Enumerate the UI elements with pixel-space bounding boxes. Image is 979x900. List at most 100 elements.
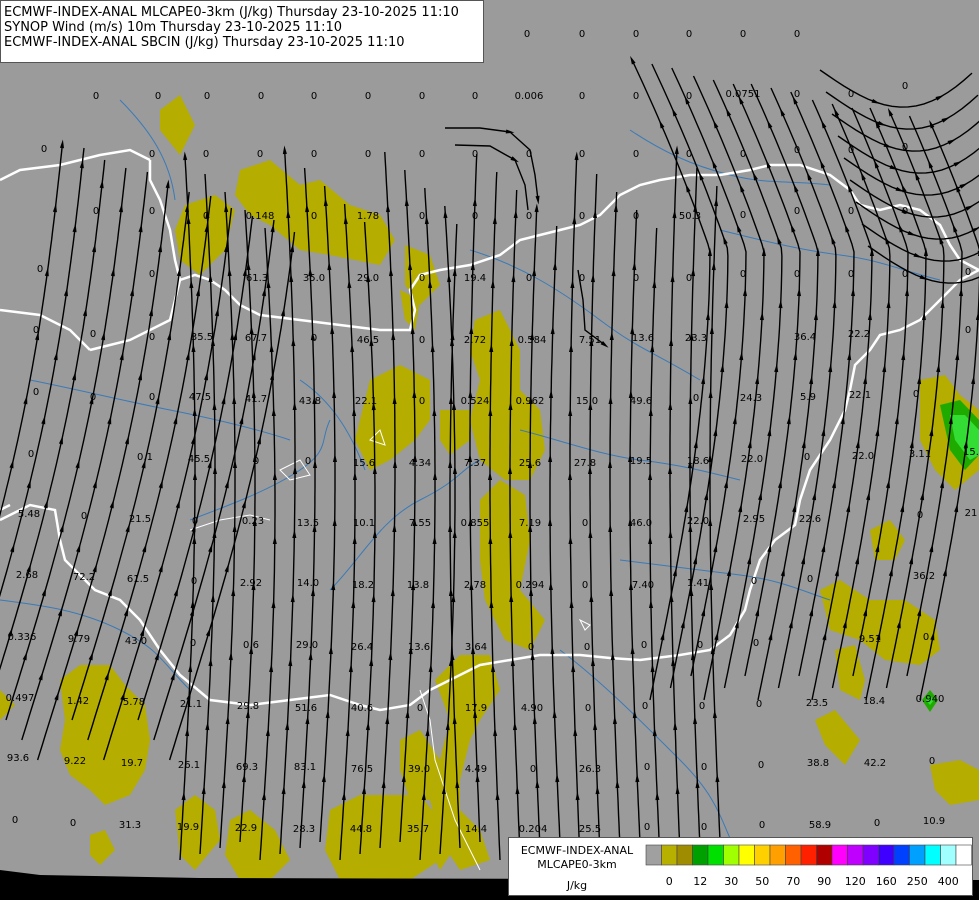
cape-value-label: 0 (33, 387, 39, 398)
cape-value-label: 0 (311, 149, 317, 160)
cape-value-label: 61.5 (127, 574, 149, 585)
cape-value-label: 0 (740, 269, 746, 280)
cape-value-label: 40.6 (351, 703, 373, 714)
cape-value-label: 0 (579, 29, 585, 40)
cape-value-label: 27.8 (574, 458, 596, 469)
cape-value-label: 0 (37, 264, 43, 275)
cape-value-label: 36.2 (913, 571, 935, 582)
map-header: ECMWF-INDEX-ANAL MLCAPE0-3km (J/kg) Thur… (0, 0, 484, 63)
cape-value-label: 0 (149, 206, 155, 217)
cape-value-label: 0 (585, 703, 591, 714)
cape-value-label: 0 (41, 144, 47, 155)
cape-value-label: 4.34 (409, 458, 431, 469)
cape-value-label: 69.3 (236, 762, 258, 773)
legend-swatch (692, 844, 709, 866)
cape-value-label: 0 (794, 269, 800, 280)
cape-value-label: 9.79 (68, 634, 90, 645)
cape-value-label: 0 (758, 760, 764, 771)
cape-value-label: 15. (963, 447, 979, 458)
cape-value-label: 0 (740, 149, 746, 160)
cape-value-label: 0.0751 (726, 89, 761, 100)
cape-value-label: 17.9 (465, 703, 487, 714)
cape-value-label: 0 (699, 701, 705, 712)
cape-value-label: 2.78 (464, 580, 486, 591)
legend-swatch (769, 844, 786, 866)
cape-value-label: 0 (874, 818, 880, 829)
cape-value-label: 26.4 (351, 642, 373, 653)
cape-value-label: 47.5 (189, 392, 211, 403)
cape-value-label: 0 (686, 91, 692, 102)
cape-value-label: 23.3 (685, 333, 707, 344)
cape-value-label: 0 (90, 329, 96, 340)
cape-value-label: 0 (917, 510, 923, 521)
legend-swatch (800, 844, 817, 866)
cape-value-label: 22.1 (355, 396, 377, 407)
header-line-cin: ECMWF-INDEX-ANAL SBCIN (J/kg) Thursday 2… (4, 35, 405, 50)
cape-value-label: 19.5 (630, 456, 652, 467)
cape-value-label: 0 (365, 91, 371, 102)
cape-value-label: 0.23 (242, 516, 264, 527)
cape-value-label: 1.78 (357, 211, 379, 222)
cape-value-label: 0 (686, 29, 692, 40)
legend-tick-label: 0 (665, 875, 673, 888)
cape-value-label: 0.524 (461, 396, 490, 407)
cape-value-label: 18.2 (352, 580, 374, 591)
cape-value-label: 0 (33, 325, 39, 336)
cape-value-label: 23.5 (806, 698, 828, 709)
cape-value-label: 0 (848, 145, 854, 156)
cape-value-label: 49.6 (630, 396, 652, 407)
cape-value-label: 0 (526, 211, 532, 222)
cape-value-label: 21.1 (180, 699, 202, 710)
cape-value-label: 0.855 (461, 518, 490, 529)
cape-value-label: 0 (686, 149, 692, 160)
cape-value-label: 21 (965, 508, 978, 519)
cape-value-label: 35.5 (191, 332, 213, 343)
cape-value-label: 0 (584, 642, 590, 653)
cape-value-label: 0 (633, 29, 639, 40)
cape-value-label: 5.48 (18, 509, 40, 520)
legend-tick-label: 70 (786, 875, 801, 888)
legend-ticks: 0 12 30 50 70 90 120 160 250 400 (645, 875, 975, 891)
cape-value-label: 26.3 (579, 764, 601, 775)
cape-value-label: 0 (848, 89, 854, 100)
legend-tick-label: 90 (817, 875, 832, 888)
cape-value-label: 15.0 (576, 396, 598, 407)
cape-value-label: 5.9 (800, 392, 816, 403)
cape-value-label: 0 (93, 91, 99, 102)
cape-value-label: 0.336 (8, 632, 37, 643)
cape-value-label: 29.0 (357, 273, 379, 284)
cape-value-label: 7.40 (632, 580, 654, 591)
cape-value-label: 31.3 (119, 820, 141, 831)
cape-value-label: 0 (693, 393, 699, 404)
legend-swatch (754, 844, 771, 866)
cape-value-label: 0.294 (516, 580, 545, 591)
cape-value-label: 0 (751, 576, 757, 587)
cape-value-label: 22.9 (235, 823, 257, 834)
cape-value-label: 72.2 (73, 572, 95, 583)
cape-value-label: 0 (701, 822, 707, 833)
legend-swatch (878, 844, 895, 866)
header-line-wind: SYNOP Wind (m/s) 10m Thursday 23-10-2025… (4, 20, 343, 35)
legend-swatch (893, 844, 910, 866)
weather-map[interactable]: 0 0 0 0 0 00 0 0 0 0 0 0 0 0.006 0 0 0 0.0751 0 000 0 0 0 0 0 0 0 0… (0, 0, 979, 900)
cape-value-label: 7.51 (579, 335, 601, 346)
cape-value-label: 0 (28, 449, 34, 460)
cape-value-label: 19.9 (177, 822, 199, 833)
legend-title: ECMWF-INDEX-ANAL MLCAPE0-3km (513, 844, 641, 872)
cape-value-label: 15.6 (353, 458, 375, 469)
cape-value-label: 0 (204, 91, 210, 102)
cape-value-label: 0 (965, 325, 971, 336)
cape-value-label: 7.55 (409, 518, 431, 529)
cape-value-label: 0 (756, 699, 762, 710)
cape-value-label: 0 (419, 396, 425, 407)
cape-value-label: 76.5 (351, 764, 373, 775)
cape-value-label: 67.7 (245, 333, 267, 344)
cape-value-label: 0 (149, 269, 155, 280)
legend-swatch (645, 844, 662, 866)
legend-swatch (831, 844, 848, 866)
cape-value-label: 0 (807, 574, 813, 585)
cape-value-label: 46.5 (357, 335, 379, 346)
cape-value-label: 35.7 (407, 824, 429, 835)
cape-value-label: 7.19 (519, 518, 541, 529)
cape-value-label: 0 (902, 142, 908, 153)
